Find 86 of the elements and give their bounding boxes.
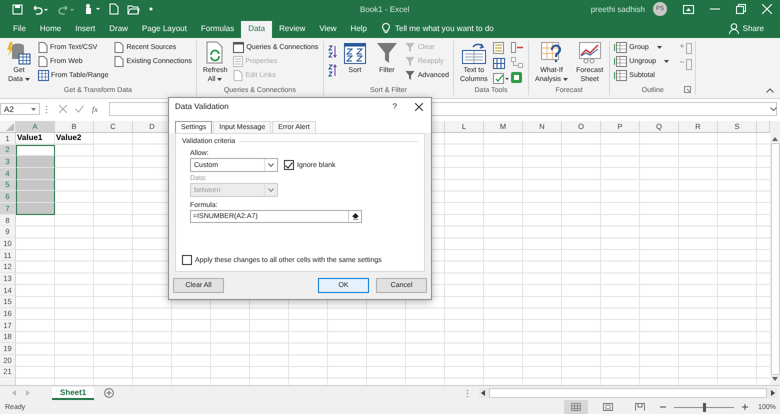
filter-icon [374, 40, 399, 65]
ribbon-tab[interactable]: Insert [68, 20, 102, 38]
new-file-icon[interactable] [109, 3, 119, 16]
ribbon-tab[interactable]: File [6, 20, 33, 38]
list-icon[interactable] [510, 42, 523, 53]
name-box[interactable]: A2 [0, 103, 40, 116]
zoom-out-icon[interactable] [660, 404, 666, 410]
tell-me-search[interactable]: Tell me what you want to do [395, 20, 494, 38]
ribbon-tab[interactable]: Page Layout [134, 20, 194, 38]
vertical-scrollbar[interactable] [770, 120, 780, 386]
user-name: preethi sadhish [590, 4, 645, 14]
table-icon [614, 42, 628, 54]
grip-icon [45, 104, 48, 114]
redo-icon[interactable] [57, 4, 75, 15]
ribbon-tab[interactable]: Draw [102, 20, 135, 38]
active-cell[interactable] [16, 144, 55, 156]
filter-icon [404, 42, 416, 54]
sort-descending-icon[interactable] [326, 64, 338, 77]
dialog-title: Data Validation [175, 102, 229, 111]
tree-icon[interactable] [510, 56, 523, 68]
ribbon-tab[interactable]: Data [241, 20, 272, 38]
list-icon [233, 56, 244, 68]
table-cell: Value2 [55, 132, 94, 145]
expand-icon[interactable] [770, 107, 777, 112]
ribbon-options-icon[interactable] [683, 4, 694, 14]
checkbox[interactable] [284, 160, 294, 170]
question-grid-icon [540, 40, 564, 65]
save-icon[interactable] [12, 4, 23, 15]
database-icon [6, 40, 32, 65]
sort-icon [342, 40, 367, 65]
columns-icon [460, 40, 487, 65]
scroll-left-icon [481, 390, 485, 396]
insert-function-button[interactable]: fx [92, 104, 98, 114]
close-icon[interactable] [415, 102, 423, 110]
selected-cell[interactable] [16, 191, 55, 203]
document-icon [38, 56, 48, 68]
normal-view-icon [571, 403, 582, 411]
page-layout-icon [603, 403, 614, 411]
document-icon [233, 70, 244, 82]
table-icon [38, 70, 49, 82]
ribbon-tab[interactable]: Formulas [194, 20, 242, 38]
restore-icon[interactable] [736, 4, 746, 14]
scroll-right-icon [771, 390, 775, 396]
selected-cell[interactable] [16, 180, 55, 192]
ribbon-tab[interactable]: Help [344, 20, 374, 38]
undo-icon[interactable] [31, 4, 49, 15]
filter-icon [404, 56, 416, 68]
page-break-icon [635, 403, 646, 411]
add-sheet-icon[interactable] [104, 388, 114, 398]
ribbon-tab[interactable]: Home [32, 20, 68, 38]
sheet-tab[interactable]: Sheet1 [52, 386, 94, 400]
share-button[interactable]: Share [742, 20, 764, 38]
selected-cell[interactable] [16, 156, 55, 168]
person-icon[interactable] [728, 22, 739, 34]
document-icon [114, 56, 124, 68]
lightbulb-icon[interactable] [382, 22, 390, 34]
table-icon [614, 70, 628, 82]
selected-cell[interactable] [16, 168, 55, 180]
hand-icon[interactable] [83, 3, 101, 16]
document-icon [114, 42, 124, 54]
collapse-dialog-icon [352, 213, 358, 220]
horizontal-scrollbar[interactable] [479, 388, 777, 398]
ribbon-tab[interactable]: View [312, 20, 344, 38]
folder-icon[interactable] [127, 4, 140, 15]
window-title: Book1 - Excel [360, 5, 410, 14]
dialog-launcher-icon[interactable] [684, 86, 692, 93]
panel-icon [233, 42, 244, 54]
help-button[interactable]: ? [392, 102, 397, 111]
spreadsheet-icon[interactable] [510, 72, 522, 83]
filter-icon [404, 70, 416, 82]
sheet-icon[interactable] [492, 42, 504, 54]
view-button[interactable] [564, 400, 588, 414]
zoom-in-icon[interactable] [742, 404, 748, 410]
check-list-icon[interactable] [492, 72, 509, 84]
caret-up-icon[interactable] [766, 88, 774, 93]
cancel-icon[interactable] [59, 105, 67, 114]
document-icon [38, 42, 48, 54]
table-icon[interactable] [492, 58, 505, 69]
grip-icon [466, 388, 469, 398]
checkbox[interactable] [182, 255, 192, 265]
check-icon[interactable] [75, 105, 84, 114]
line-chart-icon [578, 40, 602, 65]
ribbon-tab[interactable]: Review [272, 20, 312, 38]
selected-cell[interactable] [16, 202, 55, 215]
table-icon [614, 56, 628, 68]
sort-ascending-icon[interactable] [326, 44, 338, 58]
